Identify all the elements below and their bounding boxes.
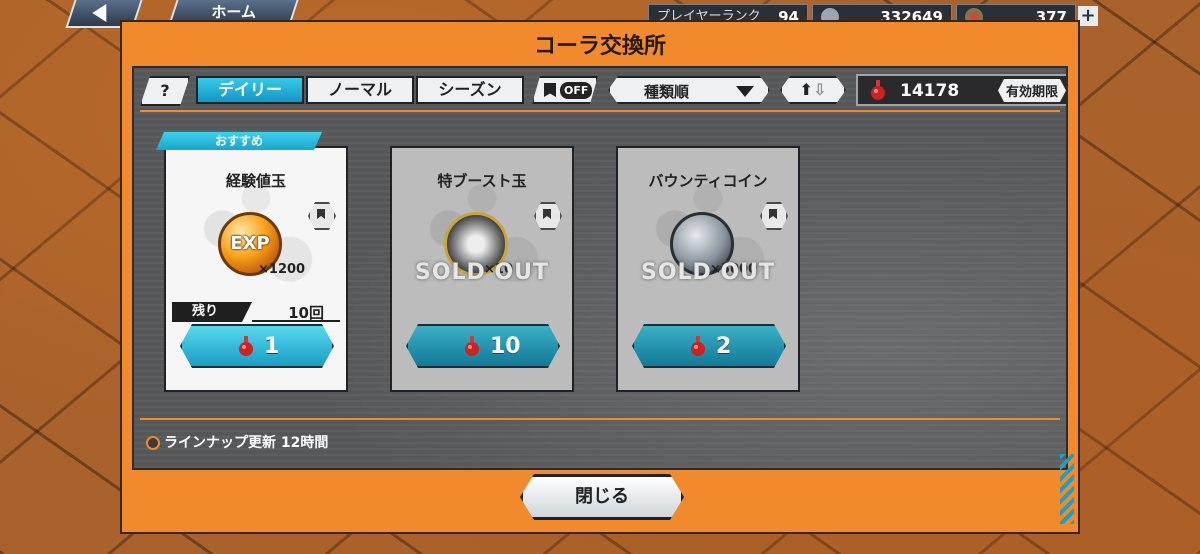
shop-item-card[interactable]: 特ブースト玉 ×10 SOLD OUT 10 xyxy=(390,146,574,392)
favorite-filter-toggle[interactable]: OFF xyxy=(532,76,598,104)
cola-bottle-icon xyxy=(238,336,254,356)
cola-bottle-icon xyxy=(464,336,480,356)
tab-normal[interactable]: ノーマル xyxy=(306,76,414,104)
item-quantity: ×1200 xyxy=(258,262,306,277)
buy-button[interactable]: 1 xyxy=(180,324,334,368)
chevron-down-icon xyxy=(736,86,754,97)
cola-exchange-panel: コーラ交換所 ? デイリー ノーマル シーズン OFF 種類順 ⬆⇩ 14178… xyxy=(120,20,1080,534)
price-value: 10 xyxy=(490,334,521,359)
panel-title: コーラ交換所 xyxy=(533,34,666,59)
cola-bottle-icon xyxy=(690,336,706,356)
close-button[interactable]: 閉じる xyxy=(520,474,684,520)
price-value: 2 xyxy=(716,334,732,359)
shop-content: ? デイリー ノーマル シーズン OFF 種類順 ⬆⇩ 14178 有効期限 経… xyxy=(132,66,1068,470)
sort-order-toggle[interactable]: ⬆⇩ xyxy=(780,76,846,104)
remaining-label: 残り xyxy=(172,302,252,322)
arrow-down-icon: ⇩ xyxy=(813,80,827,99)
lineup-text: ラインナップ更新 12時間 xyxy=(164,435,329,451)
tab-season[interactable]: シーズン xyxy=(416,76,524,104)
tab-bar: デイリー ノーマル シーズン xyxy=(196,76,526,104)
cola-count: 14178 xyxy=(900,81,960,101)
lineup-timer: ラインナップ更新 12時間 xyxy=(146,432,328,452)
divider xyxy=(140,110,1060,112)
add-gems-button[interactable]: + xyxy=(1078,6,1098,26)
recommend-badge: おすすめ xyxy=(156,132,322,150)
clock-icon xyxy=(146,436,160,450)
shop-item-card[interactable]: バウンティコイン ×5000 SOLD OUT 2 xyxy=(616,146,800,392)
help-button[interactable]: ? xyxy=(140,76,190,106)
decorative-stripe xyxy=(1060,454,1074,524)
sort-label: 種類順 xyxy=(644,83,690,101)
back-arrow-icon xyxy=(92,4,107,22)
item-name: 特ブースト玉 xyxy=(437,172,527,190)
bookmark-icon xyxy=(544,83,556,97)
cola-bottle-icon xyxy=(871,80,885,100)
toggle-state: OFF xyxy=(560,82,592,99)
cola-balance: 14178 有効期限 xyxy=(856,74,1066,106)
sort-dropdown[interactable]: 種類順 xyxy=(608,76,770,104)
remaining-count: 残り 10回 xyxy=(172,302,340,322)
sold-out-label: SOLD OUT xyxy=(640,260,776,285)
item-name: 経験値玉 xyxy=(225,172,286,190)
item-name: バウンティコイン xyxy=(648,172,768,190)
tab-daily[interactable]: デイリー xyxy=(196,76,304,104)
shop-item-card[interactable]: 経験値玉 EXP ×1200 残り 10回 1 xyxy=(164,146,348,392)
expiry-button[interactable]: 有効期限 xyxy=(998,79,1066,102)
sold-out-label: SOLD OUT xyxy=(414,260,550,285)
divider xyxy=(140,418,1060,420)
buy-button[interactable]: 10 xyxy=(406,324,560,368)
arrow-up-icon: ⬆ xyxy=(799,80,813,99)
price-value: 1 xyxy=(264,334,280,359)
controls-bar: ? デイリー ノーマル シーズン OFF 種類順 ⬆⇩ 14178 有効期限 xyxy=(140,74,1066,108)
buy-button[interactable]: 2 xyxy=(632,324,786,368)
